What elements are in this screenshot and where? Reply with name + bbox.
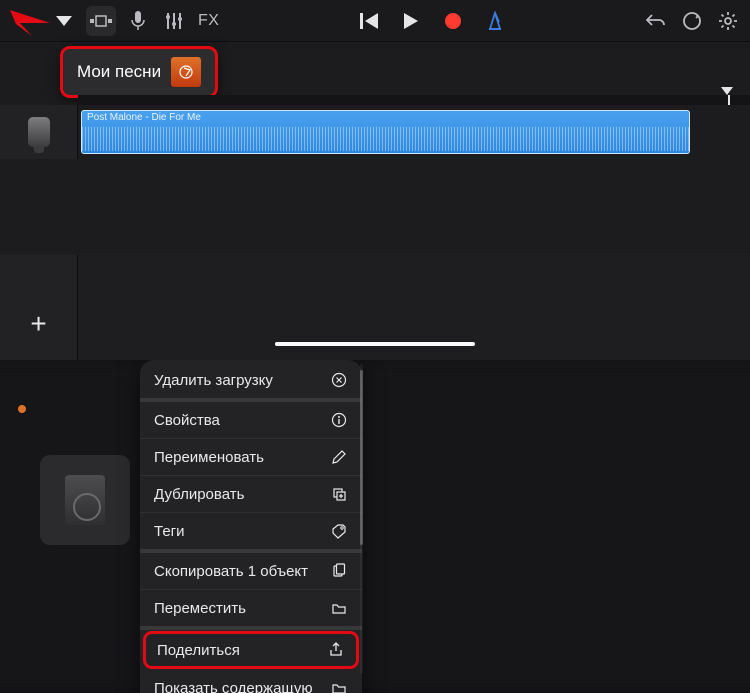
track-area: Post Malone - Die For Me +	[0, 95, 750, 360]
end-marker-line	[728, 95, 730, 105]
editor-toolbar: FX	[0, 0, 750, 42]
files-browser: Удалить загрузку Свойства Переименовать …	[0, 360, 750, 693]
menu-label: Свойства	[154, 412, 220, 429]
transport-controls	[355, 7, 509, 35]
menu-item-share[interactable]: Поделиться	[143, 631, 359, 669]
garageband-doc-icon	[65, 475, 105, 525]
duplicate-icon	[330, 485, 348, 503]
sheet-grabber[interactable]	[275, 342, 475, 346]
garageband-editor: FX	[0, 0, 750, 360]
my-songs-label: Мои песни	[77, 62, 161, 82]
menu-item-show-enclosing[interactable]: Показать содержащую	[140, 670, 362, 693]
loop-browser-icon[interactable]	[678, 7, 706, 35]
audio-track-row: Post Malone - Die For Me	[0, 105, 750, 159]
menu-item-remove-download[interactable]: Удалить загрузку	[140, 362, 362, 402]
vocal-mic-icon	[28, 117, 50, 147]
menu-item-move[interactable]: Переместить	[140, 590, 362, 630]
menu-label: Удалить загрузку	[154, 372, 273, 389]
rewind-icon[interactable]	[355, 7, 383, 35]
garageband-file-icon	[171, 57, 201, 87]
chevron-down-icon[interactable]	[50, 7, 78, 35]
project-thumbnail[interactable]	[40, 455, 130, 545]
audio-clip[interactable]: Post Malone - Die For Me	[81, 110, 690, 154]
undo-icon[interactable]	[642, 7, 670, 35]
copy-icon	[330, 562, 348, 580]
waveform-graphic	[82, 127, 689, 151]
menu-item-duplicate[interactable]: Дублировать	[140, 476, 362, 513]
menu-label: Дублировать	[154, 486, 244, 503]
menu-label: Переместить	[154, 600, 246, 617]
menu-label: Скопировать 1 объект	[154, 563, 308, 580]
fx-button[interactable]: FX	[196, 12, 221, 30]
mixer-icon[interactable]	[160, 7, 188, 35]
microphone-icon[interactable]	[124, 7, 152, 35]
record-icon[interactable]	[439, 7, 467, 35]
track-header[interactable]	[0, 105, 78, 159]
view-switch[interactable]	[86, 6, 116, 36]
end-marker-icon[interactable]	[721, 87, 733, 95]
menu-label: Переименовать	[154, 449, 264, 466]
tag-icon	[330, 522, 348, 540]
recent-badge-icon	[18, 405, 26, 413]
annotation-arrow	[10, 10, 50, 36]
menu-item-properties[interactable]: Свойства	[140, 402, 362, 439]
my-songs-button[interactable]: Мои песни	[60, 46, 218, 98]
tracks-view-icon[interactable]	[88, 8, 114, 34]
delete-download-icon	[330, 371, 348, 389]
menu-label: Показать содержащую	[154, 680, 313, 693]
clip-lane[interactable]: Post Malone - Die For Me	[78, 105, 750, 159]
add-track-button[interactable]: +	[30, 308, 46, 340]
settings-gear-icon[interactable]	[714, 7, 742, 35]
metronome-icon[interactable]	[481, 7, 509, 35]
menu-label: Теги	[154, 523, 185, 540]
pencil-icon	[330, 448, 348, 466]
menu-item-tags[interactable]: Теги	[140, 513, 362, 553]
clip-title: Post Malone - Die For Me	[87, 112, 201, 123]
menu-item-copy[interactable]: Скопировать 1 объект	[140, 553, 362, 590]
share-icon	[327, 641, 345, 659]
menu-label: Поделиться	[157, 642, 240, 659]
timeline-ruler[interactable]	[78, 95, 750, 105]
add-track-area: +	[0, 255, 78, 360]
folder-icon	[330, 599, 348, 617]
context-menu: Удалить загрузку Свойства Переименовать …	[140, 360, 362, 693]
app-root: FX	[0, 0, 750, 693]
play-icon[interactable]	[397, 7, 425, 35]
menu-item-rename[interactable]: Переименовать	[140, 439, 362, 476]
info-icon	[330, 411, 348, 429]
folder-open-icon	[330, 679, 348, 693]
